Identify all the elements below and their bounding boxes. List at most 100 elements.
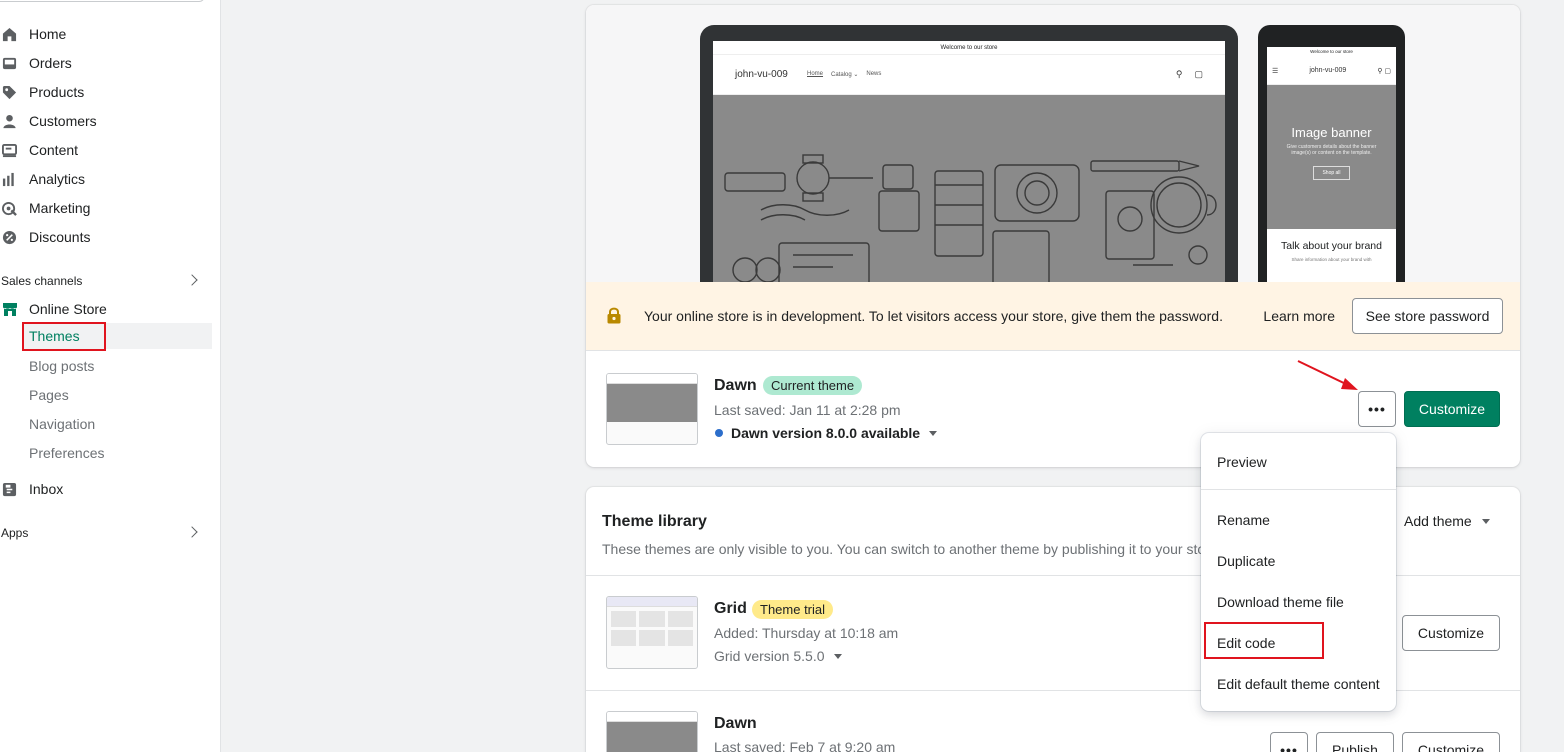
- talk-about-brand-heading: Talk about your brand: [1281, 240, 1382, 252]
- lock-icon: [607, 307, 623, 325]
- theme-trial-badge: Theme trial: [752, 600, 834, 619]
- customize-button[interactable]: Customize: [1402, 615, 1500, 651]
- search-icon: ⚲: [1175, 69, 1183, 79]
- discount-icon: [0, 228, 22, 246]
- customize-button[interactable]: Customize: [1402, 732, 1500, 752]
- theme-version-label: Dawn version 8.0.0 available: [731, 425, 921, 441]
- menu-icon: ☰: [1272, 67, 1279, 75]
- more-actions-button[interactable]: •••: [1270, 732, 1308, 752]
- theme-last-saved: Last saved: Feb 7 at 9:20 am: [714, 739, 896, 752]
- sidebar-item-label: Customers: [29, 113, 97, 129]
- tag-icon: [0, 83, 22, 101]
- chevron-right-icon[interactable]: [186, 526, 198, 538]
- sidebar-subitem-preferences[interactable]: Preferences: [22, 440, 212, 466]
- more-actions-button[interactable]: •••: [1358, 391, 1396, 427]
- banner-title: Image banner: [1291, 125, 1372, 140]
- theme-thumbnail: [606, 596, 698, 669]
- caret-down-icon: [1481, 518, 1490, 524]
- sidebar-item-label: Discounts: [29, 229, 91, 245]
- menu-item-duplicate[interactable]: Duplicate: [1217, 553, 1275, 569]
- sidebar-item-label: Home: [29, 26, 67, 42]
- sidebar-item-orders[interactable]: Orders: [0, 50, 212, 76]
- menu-divider: [1201, 489, 1396, 490]
- theme-preview: Welcome to our store john-vu-009 Home Ca…: [586, 5, 1520, 287]
- add-theme-label: Add theme: [1404, 513, 1472, 529]
- inbox-icon: [0, 54, 22, 72]
- person-icon: [0, 112, 22, 130]
- sidebar-item-label: Analytics: [29, 171, 86, 187]
- sidebar-item-discounts[interactable]: Discounts: [0, 224, 212, 250]
- theme-name: Dawn: [714, 715, 757, 732]
- bag-icon: ▢: [1194, 69, 1203, 79]
- development-banner-text: Your online store is in development. To …: [644, 308, 1223, 324]
- add-theme-button[interactable]: Add theme: [1404, 513, 1490, 529]
- update-dot-icon: [715, 429, 723, 437]
- highlight-box: [22, 322, 106, 351]
- sidebar-subitem-blog-posts[interactable]: Blog posts: [22, 353, 212, 379]
- sidebar-item-inbox[interactable]: Inbox: [0, 476, 212, 502]
- theme-thumbnail: [606, 373, 698, 445]
- menu-item-edit-default-theme-content[interactable]: Edit default theme content: [1217, 676, 1380, 692]
- theme-name: Grid: [714, 600, 747, 617]
- current-theme-badge: Current theme: [763, 376, 863, 395]
- preview-banner-image: Image banner Give customers details abou…: [1267, 85, 1396, 229]
- theme-thumbnail: [606, 711, 698, 752]
- sidebar-item-label: Online Store: [29, 301, 107, 317]
- store-icon: [0, 300, 22, 318]
- theme-actions-menu: Preview Rename Duplicate Download theme …: [1201, 433, 1396, 711]
- sidebar-item-analytics[interactable]: Analytics: [0, 166, 212, 192]
- theme-last-saved: Last saved: Jan 11 at 2:28 pm: [714, 402, 901, 418]
- sidebar-item-label: Products: [29, 84, 85, 100]
- caret-down-icon: [929, 430, 938, 436]
- chevron-right-icon[interactable]: [186, 274, 198, 286]
- bar-chart-icon: [0, 170, 22, 188]
- menu-item-rename[interactable]: Rename: [1217, 512, 1270, 528]
- learn-more-link[interactable]: Learn more: [1263, 308, 1335, 324]
- sidebar-item-home[interactable]: Home: [0, 21, 212, 47]
- shop-all-button: Shop all: [1313, 166, 1350, 180]
- sidebar-item-online-store[interactable]: Online Store: [0, 296, 212, 322]
- menu-item-download-theme-file[interactable]: Download theme file: [1217, 594, 1344, 610]
- sidebar-item-label: Inbox: [29, 481, 64, 497]
- preview-announcement: Welcome to our store: [713, 41, 1225, 55]
- apps-heading: Apps: [1, 526, 29, 540]
- sidebar-item-marketing[interactable]: Marketing: [0, 195, 212, 221]
- preview-store-name: john-vu-009: [735, 69, 788, 80]
- publish-button[interactable]: Publish: [1316, 732, 1394, 752]
- content-icon: [0, 141, 22, 159]
- highlight-box: [1204, 622, 1324, 659]
- sidebar-item-customers[interactable]: Customers: [0, 108, 212, 134]
- sidebar-item-label: Content: [29, 142, 79, 158]
- arrow-annotation-icon: [1297, 360, 1358, 390]
- sidebar-item-content[interactable]: Content: [0, 137, 212, 163]
- search-icon: ⚲ ▢: [1377, 67, 1391, 75]
- theme-version-label: Grid version 5.5.0: [714, 648, 825, 664]
- theme-library-title: Theme library: [602, 513, 707, 530]
- theme-version-dropdown[interactable]: Grid version 5.5.0: [714, 648, 842, 664]
- sidebar-subitem-navigation[interactable]: Navigation: [22, 411, 212, 437]
- sidebar-item-products[interactable]: Products: [0, 79, 212, 105]
- sidebar: Home Orders Products Customers Content A…: [0, 0, 221, 752]
- customize-button[interactable]: Customize: [1404, 391, 1500, 427]
- theme-added: Added: Thursday at 10:18 am: [714, 625, 899, 641]
- caret-down-icon: [833, 653, 842, 659]
- preview-banner-image: [713, 95, 1225, 287]
- sales-channels-heading: Sales channels: [1, 274, 83, 288]
- menu-item-preview[interactable]: Preview: [1217, 454, 1267, 470]
- laptop-preview: Welcome to our store john-vu-009 Home Ca…: [700, 25, 1238, 287]
- preview-announcement: Welcome to our store: [1310, 49, 1353, 54]
- marketing-icon: [0, 199, 22, 217]
- preview-nav: Home Catalog ⌄ News: [807, 71, 882, 78]
- banner-subtitle: Give customers details about the banner …: [1286, 144, 1377, 156]
- preview-store-name: john-vu-009: [1309, 67, 1347, 74]
- sidebar-item-label: Orders: [29, 55, 72, 71]
- current-theme-card: Welcome to our store john-vu-009 Home Ca…: [586, 5, 1520, 467]
- talk-about-brand-text: Share information about your brand with: [1291, 257, 1372, 262]
- home-icon: [0, 25, 22, 43]
- search-bar[interactable]: [0, 0, 205, 2]
- sidebar-subitem-pages[interactable]: Pages: [22, 382, 212, 408]
- theme-library-description: These themes are only visible to you. Yo…: [602, 541, 1206, 557]
- chat-icon: [0, 480, 22, 498]
- theme-version-dropdown[interactable]: Dawn version 8.0.0 available: [715, 425, 938, 441]
- see-store-password-button[interactable]: See store password: [1352, 298, 1503, 334]
